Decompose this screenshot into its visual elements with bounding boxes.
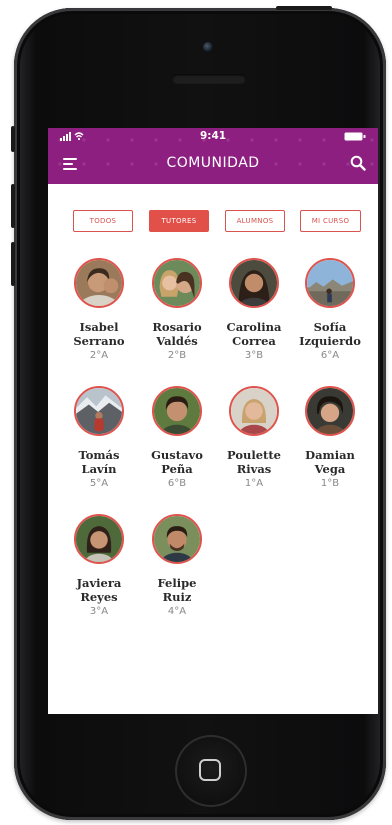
avatar <box>229 386 279 436</box>
person-last-name: Valdés <box>156 334 198 348</box>
person-card-tomas-lavin[interactable]: Tomás Lavín 5°A <box>63 386 135 490</box>
status-time: 9:41 <box>199 130 227 142</box>
person-last-name: Reyes <box>80 590 118 604</box>
person-grade: 1°A <box>244 478 264 489</box>
avatar <box>74 514 124 564</box>
person-first-name: Damian <box>305 448 355 462</box>
filter-tutores-button[interactable]: TUTORES <box>149 210 209 232</box>
person-card-damian-vega[interactable]: Damian Vega 1°B <box>294 386 366 490</box>
avatar <box>305 386 355 436</box>
person-card-felipe-ruiz[interactable]: Felipe Ruiz 4°A <box>141 514 213 618</box>
person-last-name: Ruiz <box>162 590 192 604</box>
person-first-name: Felipe <box>157 576 197 590</box>
volume-up-button <box>11 184 15 228</box>
person-first-name: Poulette <box>227 448 281 462</box>
person-last-name: Correa <box>232 334 276 348</box>
person-last-name: Izquierdo <box>299 334 361 348</box>
person-grade: 6°B <box>167 478 187 489</box>
battery-icon <box>344 132 366 148</box>
app-screen: 9:41 COMUNIDAD TODOS TUTORES ALUMNOS MI … <box>48 128 378 714</box>
person-grade: 2°A <box>89 350 109 361</box>
person-last-name: Lavín <box>81 462 117 476</box>
person-card-poulette-rivas[interactable]: Poulette Rivas 1°A <box>218 386 290 490</box>
person-grade: 1°B <box>320 478 340 489</box>
person-first-name: Javiera <box>76 576 122 590</box>
person-grade: 3°A <box>89 606 109 617</box>
filter-bar: TODOS TUTORES ALUMNOS MI CURSO <box>48 210 378 234</box>
home-square-icon <box>199 759 221 781</box>
person-first-name: Isabel <box>79 320 119 334</box>
person-last-name: Vega <box>314 462 346 476</box>
home-button[interactable] <box>175 735 247 807</box>
filter-alumnos-button[interactable]: ALUMNOS <box>225 210 285 232</box>
power-button <box>276 6 332 10</box>
avatar <box>152 386 202 436</box>
person-first-name: Sofía <box>313 320 347 334</box>
mute-switch <box>11 126 15 152</box>
person-first-name: Rosario <box>152 320 202 334</box>
volume-down-button <box>11 242 15 286</box>
avatar <box>74 386 124 436</box>
avatar <box>229 258 279 308</box>
page-title: COMUNIDAD <box>166 155 260 171</box>
earpiece-speaker <box>172 74 246 84</box>
person-grade: 2°B <box>167 350 187 361</box>
avatar <box>74 258 124 308</box>
avatar <box>152 514 202 564</box>
front-camera <box>203 42 213 52</box>
person-first-name: Gustavo <box>151 448 203 462</box>
person-card-javiera-reyes[interactable]: Javiera Reyes 3°A <box>63 514 135 618</box>
person-card-carolina-correa[interactable]: Carolina Correa 3°B <box>218 258 290 362</box>
person-grade: 5°A <box>89 478 109 489</box>
person-last-name: Peña <box>161 462 193 476</box>
person-card-sofia-izquierdo[interactable]: Sofía Izquierdo 6°A <box>294 258 366 362</box>
filter-todos-button[interactable]: TODOS <box>73 210 133 232</box>
person-first-name: Carolina <box>226 320 282 334</box>
avatar <box>152 258 202 308</box>
app-header: 9:41 COMUNIDAD <box>48 128 378 184</box>
filter-mi-curso-button[interactable]: MI CURSO <box>300 210 361 232</box>
person-card-rosario-valdes[interactable]: Rosario Valdés 2°B <box>141 258 213 362</box>
person-last-name: Serrano <box>73 334 125 348</box>
person-grade: 6°A <box>320 350 340 361</box>
person-card-gustavo-pena[interactable]: Gustavo Peña 6°B <box>141 386 213 490</box>
person-first-name: Tomás <box>78 448 120 462</box>
search-icon[interactable] <box>350 155 366 171</box>
person-grade: 3°B <box>244 350 264 361</box>
person-last-name: Rivas <box>236 462 272 476</box>
avatar <box>305 258 355 308</box>
person-card-isabel-serrano[interactable]: Isabel Serrano 2°A <box>63 258 135 362</box>
person-grade: 4°A <box>167 606 187 617</box>
